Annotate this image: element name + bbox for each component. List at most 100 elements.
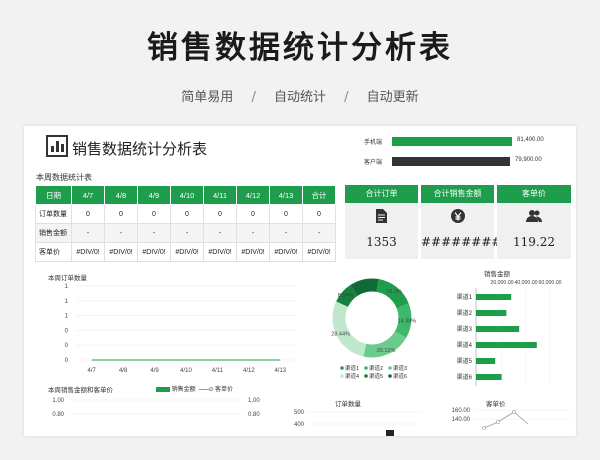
summary-bar-label: 手机端 bbox=[364, 140, 383, 146]
summary-bar-row: 客户端 79,900.00 bbox=[354, 154, 576, 174]
x-tick-label: 20,000.00 bbox=[490, 280, 513, 286]
legend-swatch-bar bbox=[156, 386, 170, 392]
document-icon bbox=[345, 209, 418, 225]
y-tick-label: 0 bbox=[65, 343, 69, 349]
kpi-value: 119.22 bbox=[513, 235, 555, 249]
header-cell: 4/7 bbox=[71, 185, 105, 205]
kpi-label: 客单价 bbox=[497, 185, 571, 203]
y-tick-label: 渠道1 bbox=[457, 293, 473, 301]
channel-share-donut-chart: 16.3% 14.38% 20.12% 28.44% 8.84% 渠道1 渠道2 渠道3 渠道4… bbox=[331, 278, 416, 380]
donut-slice bbox=[332, 301, 367, 357]
tag-separator: / bbox=[251, 90, 256, 105]
y-tick-label: 160.00 bbox=[452, 408, 471, 414]
header-cell: 日期 bbox=[35, 185, 72, 205]
table-cell: - bbox=[71, 223, 105, 243]
bar bbox=[476, 294, 512, 300]
header-cell: 4/9 bbox=[137, 185, 171, 205]
series-point bbox=[496, 420, 500, 424]
bar bbox=[476, 374, 502, 380]
table-cell: - bbox=[302, 223, 336, 243]
table-section-label: 本周数据统计表 bbox=[36, 173, 92, 182]
legend-swatch-line bbox=[199, 388, 210, 390]
row-label: 客单价 bbox=[35, 242, 72, 262]
kpi-label: 合计订单 bbox=[345, 185, 418, 203]
kpi-total-sales: 合计销售金额 ######### bbox=[421, 185, 512, 259]
orders-bar-chart: 500 400 bbox=[294, 410, 420, 436]
legend-label: 渠道3 bbox=[393, 364, 407, 372]
kpi-value: ######### bbox=[421, 235, 512, 249]
legend-label: 渠道1 bbox=[345, 364, 359, 372]
slice-label: 20.12% bbox=[377, 348, 396, 354]
legend-swatch bbox=[388, 366, 392, 370]
y-tick-label: 渠道5 bbox=[457, 357, 473, 365]
y-tick-label: 渠道3 bbox=[457, 325, 473, 333]
header-cell: 4/11 bbox=[203, 185, 237, 205]
table-cell: 0 bbox=[137, 204, 171, 224]
legend-swatch bbox=[388, 374, 392, 378]
legend-swatch bbox=[340, 366, 344, 370]
table-cell: #DIV/0! bbox=[236, 242, 270, 262]
table-cell: #DIV/0! bbox=[137, 242, 171, 262]
bar bbox=[386, 430, 394, 436]
yen-icon bbox=[421, 209, 494, 225]
table-cell: #DIV/0! bbox=[302, 242, 336, 262]
sales-and-avg-price-chart: 1.00 0.80 1.00 0.80 bbox=[52, 398, 260, 418]
kpi-total-orders: 合计订单 1353 bbox=[345, 185, 418, 259]
y-tick-label: 1 bbox=[65, 284, 69, 290]
y-tick-label: 500 bbox=[294, 410, 305, 416]
feature-tags: 简单易用 / 自动统计 / 自动更新 bbox=[0, 86, 600, 105]
header-cell: 4/10 bbox=[170, 185, 204, 205]
table-cell: - bbox=[170, 223, 204, 243]
header-cell: 4/12 bbox=[236, 185, 270, 205]
row-label: 订单数量 bbox=[35, 204, 72, 224]
table-row: 客单价 #DIV/0! #DIV/0! #DIV/0! #DIV/0! #DIV… bbox=[35, 242, 336, 262]
table-cell: #DIV/0! bbox=[170, 242, 204, 262]
x-tick-label: 4/12 bbox=[243, 368, 255, 374]
kpi-label: 合计销售金额 bbox=[421, 185, 494, 203]
weekly-orders-line-chart: 0 0 0 1 1 1 4/7 4/8 4/9 4/10 4/11 4/12 4/13 bbox=[65, 284, 296, 374]
chart-title: 本周销售金额和客单价 bbox=[48, 387, 113, 394]
y-tick-label: 渠道6 bbox=[457, 373, 473, 381]
slice-label: 16.3% bbox=[386, 289, 402, 295]
legend-label: 渠道4 bbox=[345, 372, 359, 380]
summary-bar-row: 手机端 81,400.00 bbox=[354, 134, 576, 154]
table-cell: 0 bbox=[203, 204, 237, 224]
table-cell: 0 bbox=[71, 204, 105, 224]
y-tick-label: 0 bbox=[65, 358, 69, 364]
kpi-value: 1353 bbox=[366, 235, 397, 249]
bar-chart-icon bbox=[46, 135, 68, 157]
summary-bar-value: 79,900.00 bbox=[515, 157, 542, 163]
bar bbox=[476, 326, 520, 332]
header-cell: 4/8 bbox=[104, 185, 138, 205]
table-cell: - bbox=[269, 223, 303, 243]
table-cell: 0 bbox=[170, 204, 204, 224]
legend-swatch bbox=[340, 374, 344, 378]
bar bbox=[476, 358, 496, 364]
table-cell: 0 bbox=[302, 204, 336, 224]
x-tick-label: 4/8 bbox=[119, 368, 128, 374]
y-tick-label: 1.00 bbox=[52, 398, 64, 404]
channel-summary-bars: 手机端 81,400.00 客户端 79,900.00 bbox=[354, 134, 576, 174]
y-tick-label: 渠道2 bbox=[457, 309, 473, 317]
legend-label: 渠道6 bbox=[393, 372, 407, 380]
bar bbox=[476, 342, 537, 348]
sales-amount-bar-chart: 20,000.00 40,000.00 60,000.00 渠道1 渠道2 渠道3 渠道4 渠… bbox=[457, 280, 562, 386]
x-tick-label: 4/7 bbox=[88, 368, 97, 374]
avg-price-line-chart: 160.00 140.00 bbox=[452, 408, 572, 430]
header-cell: 合计 bbox=[302, 185, 336, 205]
summary-bar-label: 客户端 bbox=[364, 160, 383, 166]
tag-auto-stats: 自动统计 bbox=[273, 90, 326, 105]
donut-slice bbox=[350, 278, 379, 297]
chart-legend: 销售金额 客单价 bbox=[156, 384, 233, 393]
table-cell: #DIV/0! bbox=[104, 242, 138, 262]
tag-easy: 简单易用 bbox=[181, 90, 234, 105]
legend-label: 销售金额 bbox=[171, 387, 196, 393]
y-tick-label: 1 bbox=[65, 299, 69, 305]
legend-swatch bbox=[364, 366, 368, 370]
tag-auto-update: 自动更新 bbox=[366, 90, 419, 105]
y-tick-label-right: 0.80 bbox=[248, 412, 260, 418]
y-tick-label: 0.80 bbox=[52, 412, 64, 418]
x-tick-label: 60,000.00 bbox=[538, 280, 561, 286]
table-header-row: 日期 4/7 4/8 4/9 4/10 4/11 4/12 4/13 合计 bbox=[35, 185, 336, 205]
y-tick-label-right: 1.00 bbox=[248, 398, 260, 404]
